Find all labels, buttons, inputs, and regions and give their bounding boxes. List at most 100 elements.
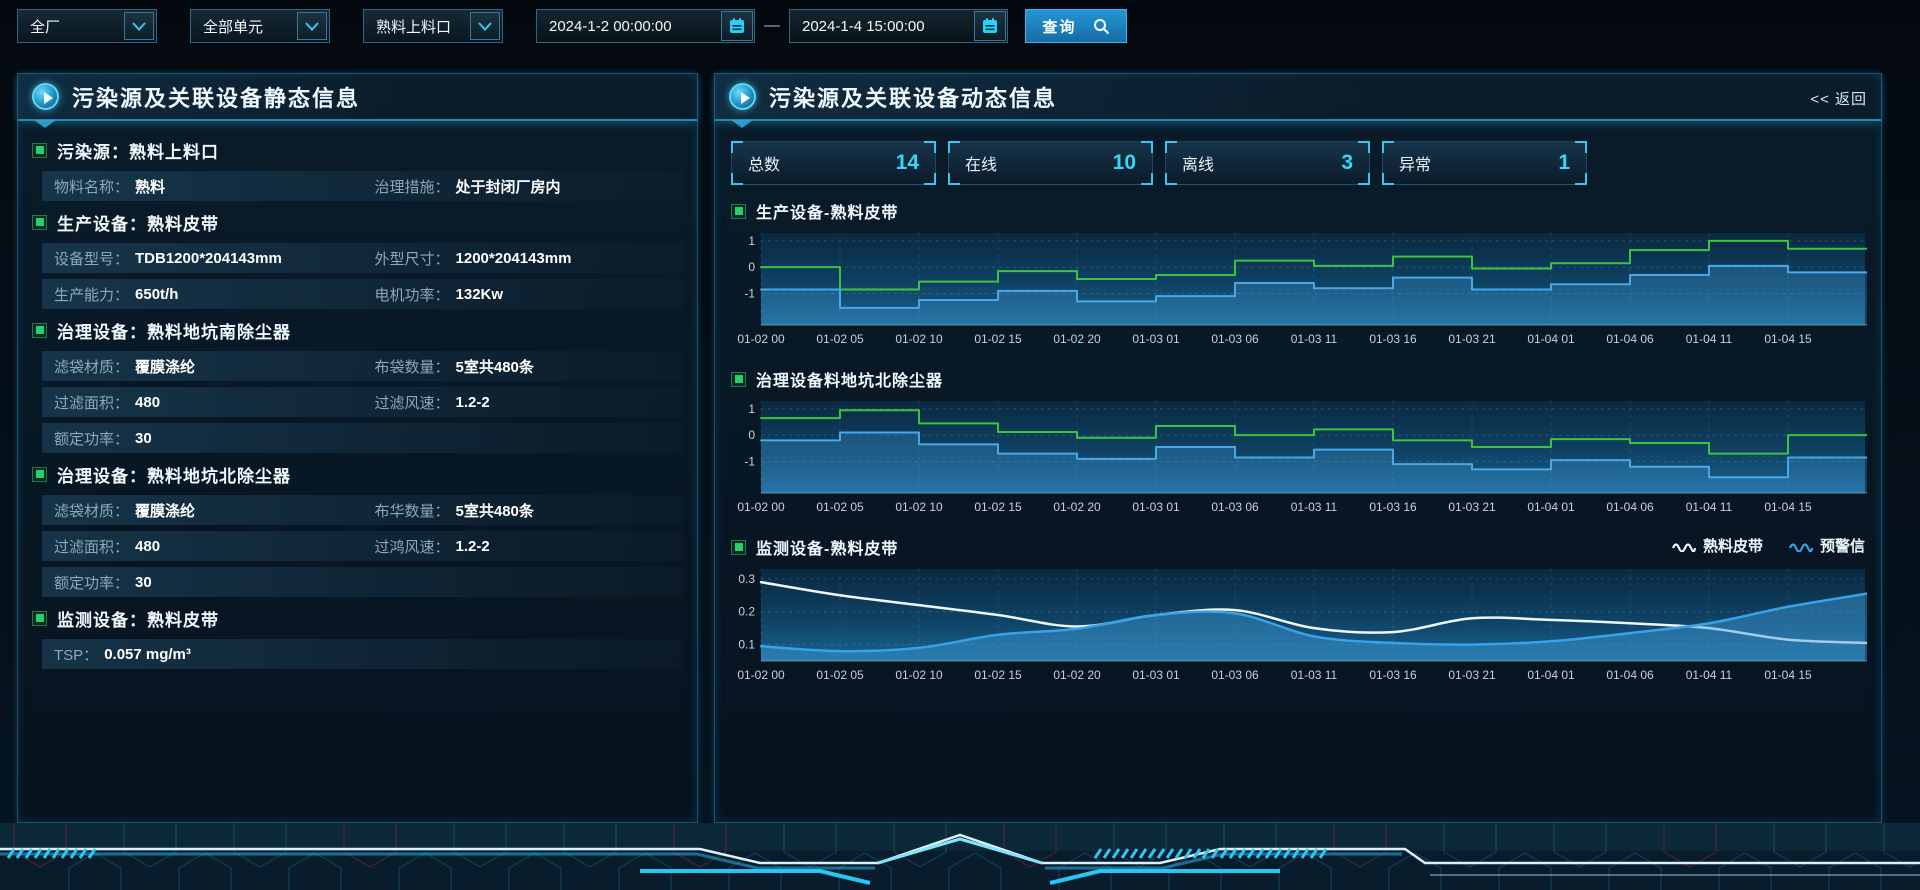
info-row: 生产能力：650t/h电机功率：132Kw	[42, 279, 683, 309]
calendar-icon	[981, 17, 999, 35]
static-panel-title: 污染源及关联设备静态信息	[72, 81, 360, 113]
x-axis-label: 01-02 00	[737, 668, 785, 682]
x-axis-label: 01-04 11	[1686, 500, 1733, 514]
info-label: 布袋数量：	[375, 356, 450, 377]
chart-title: 监测设备-熟料皮带	[756, 535, 898, 559]
x-axis-label: 01-02 20	[1053, 500, 1101, 514]
green-square-icon	[731, 372, 746, 387]
info-row: 设备型号：TDB1200*204143mm 外型尺寸： 1200*204143mm	[42, 243, 683, 273]
info-cell: 生产能力：650t/h	[42, 284, 363, 305]
stat-label: 异常	[1399, 151, 1431, 175]
x-axis-label: 01-02 20	[1053, 668, 1101, 682]
x-axis-label: 01-03 21	[1448, 332, 1496, 346]
info-label: 额定功率：	[54, 572, 129, 593]
info-row: 物料名称：熟料治理措施：处于封闭厂房内	[42, 171, 683, 201]
footer-decoration	[0, 823, 1920, 890]
dropdown-button[interactable]	[297, 12, 327, 40]
section-header: 治理设备：熟料地坑南除尘器	[32, 315, 683, 345]
filter-toolbar: 全厂全部单元熟料上料口 2024-1-2 00:00:00 — 2024-1-4…	[17, 8, 1127, 44]
calendar-from-button[interactable]	[721, 11, 753, 41]
info-value: TDB1200*204143mm	[135, 250, 282, 267]
x-axis-label: 01-02 10	[895, 668, 943, 682]
x-axis-label: 01-03 11	[1291, 332, 1338, 346]
corner-bracket	[924, 173, 936, 185]
x-axis-label: 01-02 15	[974, 500, 1022, 514]
legend-wave-icon	[1789, 540, 1813, 552]
dynamic-panel-title: 污染源及关联设备动态信息	[769, 81, 1057, 113]
info-value: 覆膜涤纶	[135, 356, 195, 377]
chevron-down-icon	[478, 22, 492, 31]
stat-label: 在线	[965, 151, 997, 175]
info-value: 1200*204143mm	[456, 250, 572, 267]
calendar-to-button[interactable]	[974, 11, 1006, 41]
chart-title: 生产设备-熟料皮带	[756, 199, 898, 223]
info-cell: 滤袋材质： 覆膜涤纶	[42, 356, 363, 377]
topbar-select-unit[interactable]: 全部单元	[190, 9, 330, 43]
chart-title-row: 监测设备-熟料皮带 熟料皮带 预警信	[731, 535, 1865, 559]
info-cell: 设备型号：TDB1200*204143mm	[42, 248, 363, 269]
info-value: 1.2-2	[456, 394, 490, 411]
x-axis-label: 01-04 01	[1527, 500, 1575, 514]
x-axis-label: 01-04 15	[1764, 668, 1812, 682]
y-axis-tick: 0	[748, 428, 755, 442]
info-label: 布华数量：	[375, 500, 450, 521]
info-value: 30	[135, 574, 152, 591]
info-cell: 额定功率： 30	[42, 572, 363, 593]
section-title: 污染源：熟料上料口	[57, 138, 219, 163]
info-cell: 过滤面积：480	[42, 392, 363, 413]
topbar-select-point[interactable]: 熟料上料口	[363, 9, 503, 43]
chart-title-row: 生产设备-熟料皮带	[731, 199, 1865, 223]
chart-block: 10-101-02 0001-02 0501-02 1001-02 1501-0…	[731, 397, 1865, 521]
info-cell: 电机功率：132Kw	[363, 284, 684, 305]
y-axis-tick: 1	[748, 402, 755, 416]
corner-bracket	[1382, 173, 1394, 185]
static-info-panel: 污染源及关联设备静态信息 污染源：熟料上料口物料名称：熟料治理措施：处于封闭厂房…	[17, 73, 698, 823]
info-value: 0.057 mg/m³	[104, 646, 191, 663]
corner-bracket	[1141, 173, 1153, 185]
chart-section-2: 监测设备-熟料皮带熟料皮带预警信0.30.20.101-02 0001-02 0…	[731, 535, 1865, 689]
info-cell: 布华数量：5室共480条	[363, 500, 684, 521]
chart-block: 0.30.20.101-02 0001-02 0501-02 1001-02 1…	[731, 565, 1865, 689]
dropdown-button[interactable]	[470, 12, 500, 40]
x-axis-label: 01-02 05	[816, 668, 864, 682]
chevron-down-icon	[132, 22, 146, 31]
y-axis-tick: -1	[744, 286, 755, 300]
section-title: 监测设备：熟料皮带	[57, 606, 219, 631]
x-axis-label: 01-03 01	[1132, 500, 1180, 514]
dropdown-button[interactable]	[124, 12, 154, 40]
chart-legend: 熟料皮带 预警信	[1646, 535, 1865, 556]
y-axis-tick: 0.2	[738, 605, 755, 619]
search-button[interactable]: 查询	[1025, 9, 1127, 43]
info-label: 额定功率：	[54, 428, 129, 449]
x-axis-label: 01-04 11	[1686, 668, 1733, 682]
legend-label: 熟料皮带	[1703, 535, 1763, 556]
corner-bracket	[1165, 173, 1177, 185]
stats-row: 总数14在线10离线3异常1	[731, 141, 1865, 185]
x-axis-label: 01-03 11	[1291, 500, 1338, 514]
x-axis-label: 01-04 01	[1527, 332, 1575, 346]
info-row: 过滤面积：480过滤风速：1.2-2	[42, 387, 683, 417]
info-label: 滤袋材质：	[54, 356, 129, 377]
back-button[interactable]: << 返回	[1810, 88, 1867, 109]
datetime-to-input[interactable]: 2024-1-4 15:00:00	[789, 9, 1008, 43]
select-row: 全厂全部单元 熟料上料口	[17, 9, 536, 43]
corner-bracket	[731, 173, 743, 185]
corner-bracket	[948, 173, 960, 185]
legend-item[interactable]: 预警信	[1789, 535, 1865, 556]
select-value: 熟料上料口	[364, 16, 470, 37]
series-area-blue	[761, 433, 1867, 493]
legend-item[interactable]: 熟料皮带	[1672, 535, 1763, 556]
info-cell: 过滤风速：1.2-2	[363, 392, 684, 413]
info-label: 外型尺寸：	[375, 248, 450, 269]
y-axis-tick: 0	[748, 260, 755, 274]
x-axis-label: 01-02 10	[895, 500, 943, 514]
datetime-from-input[interactable]: 2024-1-2 00:00:00	[536, 9, 755, 43]
x-axis-label: 01-02 00	[737, 332, 785, 346]
info-cell: 物料名称：熟料	[42, 176, 363, 197]
search-button-label: 查询	[1042, 16, 1076, 37]
y-axis-tick: -1	[744, 454, 755, 468]
chart-section-0: 生产设备-熟料皮带10-101-02 0001-02 0501-02 1001-…	[731, 199, 1865, 353]
x-axis-label: 01-02 10	[895, 332, 943, 346]
topbar-select-plant[interactable]: 全厂	[17, 9, 157, 43]
x-axis-label: 01-04 15	[1764, 500, 1812, 514]
